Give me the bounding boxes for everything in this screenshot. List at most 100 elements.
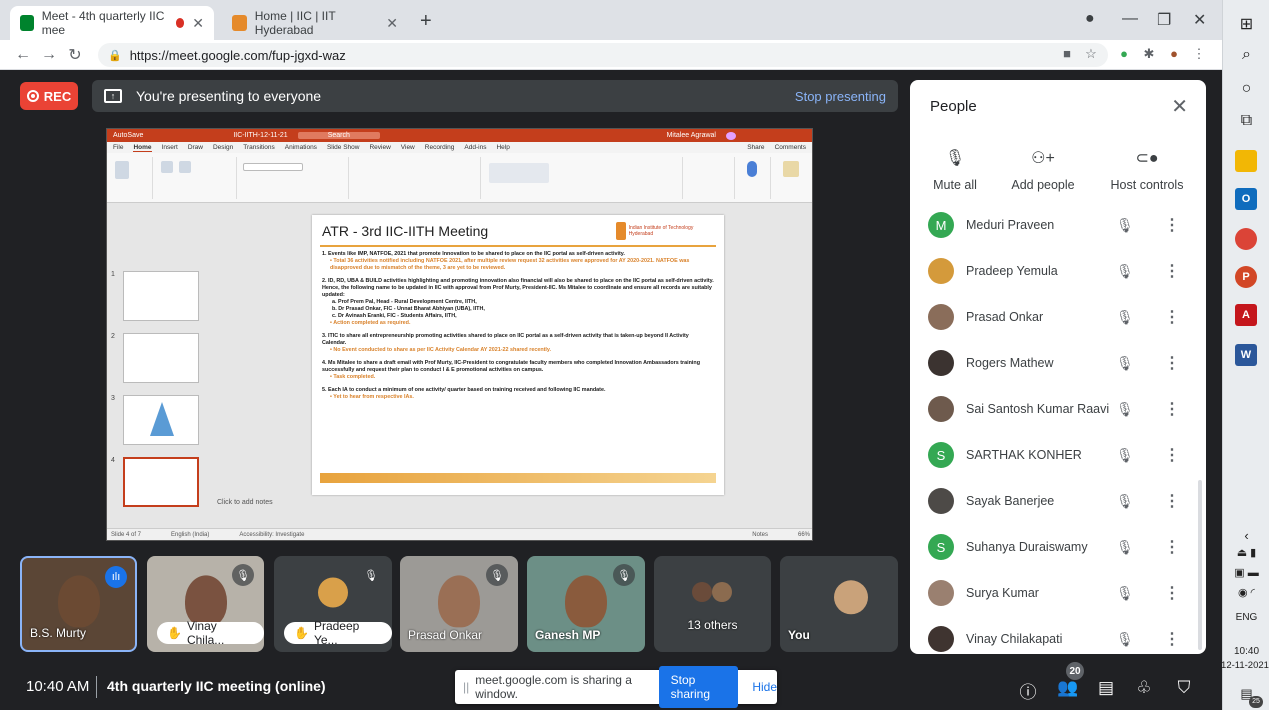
list-item[interactable]: Surya Kumar 🎙 ⋮ bbox=[910, 570, 1206, 616]
mic-off-icon[interactable]: 🎙 bbox=[1116, 631, 1134, 648]
forward-arrow-icon[interactable]: → bbox=[36, 46, 62, 64]
extension-icon[interactable]: ● bbox=[1115, 46, 1133, 64]
list-item[interactable]: S SARTHAK KONHER 🎙 ⋮ bbox=[910, 432, 1206, 478]
search-icon[interactable]: ⌕ bbox=[1223, 46, 1269, 64]
list-item[interactable]: Vinay Chilakapati 🎙 ⋮ bbox=[910, 616, 1206, 654]
mic-off-icon[interactable]: 🎙 bbox=[1116, 401, 1134, 418]
list-item[interactable]: Sai Santosh Kumar Raavi 🎙 ⋮ bbox=[910, 386, 1206, 432]
stop-presenting-button[interactable]: Stop presenting bbox=[795, 89, 886, 104]
close-icon[interactable]: ✕ bbox=[1171, 94, 1188, 119]
bookmark-star-icon[interactable]: ☆ bbox=[1082, 46, 1100, 64]
mic-off-icon[interactable]: 🎙 bbox=[1116, 493, 1134, 510]
people-panel-title: People bbox=[930, 98, 977, 115]
browser-menu-icon[interactable]: ⋮ bbox=[1190, 46, 1208, 64]
close-window-button[interactable]: ✕ bbox=[1193, 10, 1206, 30]
wifi-icon[interactable]: ◉ ◜ bbox=[1223, 586, 1269, 599]
hide-button[interactable]: Hide bbox=[752, 680, 777, 694]
address-bar[interactable]: 🔒 https://meet.google.com/fup-jgxd-waz bbox=[98, 43, 1108, 67]
mute-all-button[interactable]: 🎙 Mute all bbox=[910, 148, 1000, 192]
people-icon[interactable]: 👥 bbox=[1056, 678, 1080, 702]
cortana-icon[interactable]: ○ bbox=[1223, 80, 1269, 98]
self-avatar bbox=[833, 580, 868, 615]
slide-thumbnail bbox=[123, 333, 199, 383]
new-tab-button[interactable]: + bbox=[420, 10, 432, 33]
meeting-details-icon[interactable]: ⓘ bbox=[1016, 678, 1040, 702]
list-item[interactable]: Rogers Mathew 🎙 ⋮ bbox=[910, 340, 1206, 386]
mic-off-icon[interactable]: 🎙 bbox=[1116, 585, 1134, 602]
tile-prasad-onkar[interactable]: 🎙 Prasad Onkar bbox=[400, 556, 518, 652]
drag-handle-icon[interactable]: || bbox=[463, 680, 469, 694]
back-arrow-icon[interactable]: ← bbox=[10, 46, 36, 64]
mic-off-icon[interactable]: 🎙 bbox=[1116, 309, 1134, 326]
menu-slide-show: Slide Show bbox=[326, 144, 360, 151]
minimize-button[interactable]: — bbox=[1122, 10, 1138, 28]
tray-icons[interactable]: ▣ ▬ bbox=[1223, 566, 1269, 579]
list-item[interactable]: Sayak Banerjee 🎙 ⋮ bbox=[910, 478, 1206, 524]
outlook-icon[interactable]: O bbox=[1235, 188, 1257, 210]
maximize-button[interactable]: ❐ bbox=[1157, 10, 1171, 30]
language-indicator[interactable]: ENG bbox=[1223, 612, 1269, 623]
file-explorer-icon[interactable] bbox=[1235, 150, 1257, 172]
tab-iic-home[interactable]: Home | IIC | IIT Hyderabad ✕ bbox=[222, 6, 408, 40]
tab-meet[interactable]: Meet - 4th quarterly IIC mee ✕ bbox=[10, 6, 214, 40]
tile-ganesh-mp[interactable]: 🎙 Ganesh MP bbox=[527, 556, 645, 652]
list-item[interactable]: Pradeep Yemula 🎙 ⋮ bbox=[910, 248, 1206, 294]
chrome-icon[interactable] bbox=[1235, 228, 1257, 250]
tile-you[interactable]: You bbox=[780, 556, 898, 652]
more-options-icon[interactable]: ⋮ bbox=[1164, 537, 1180, 557]
more-options-icon[interactable]: ⋮ bbox=[1164, 353, 1180, 373]
more-options-icon[interactable]: ⋮ bbox=[1164, 491, 1180, 511]
host-controls-button[interactable]: ⊂● Host controls bbox=[1102, 148, 1192, 192]
add-people-button[interactable]: ⚇+ Add people bbox=[998, 148, 1088, 192]
tile-name: B.S. Murty bbox=[30, 626, 87, 640]
more-options-icon[interactable]: ⋮ bbox=[1164, 215, 1180, 235]
more-options-icon[interactable]: ⋮ bbox=[1164, 629, 1180, 649]
mic-off-icon[interactable]: 🎙 bbox=[1116, 217, 1134, 234]
chevron-left-icon[interactable]: ‹ bbox=[1223, 528, 1269, 543]
tile-name: Ganesh MP bbox=[535, 628, 601, 642]
clock-date[interactable]: 12-11-2021 bbox=[1220, 660, 1269, 671]
more-options-icon[interactable]: ⋮ bbox=[1164, 445, 1180, 465]
profile-avatar-icon[interactable]: ● bbox=[1165, 46, 1183, 64]
tab-search-icon[interactable]: ● bbox=[1085, 10, 1095, 28]
host-controls-icon[interactable]: ⛉ bbox=[1172, 678, 1196, 702]
activities-icon[interactable]: ♧ bbox=[1132, 678, 1156, 702]
word-icon[interactable]: W bbox=[1235, 344, 1257, 366]
more-options-icon[interactable]: ⋮ bbox=[1164, 399, 1180, 419]
list-item[interactable]: Prasad Onkar 🎙 ⋮ bbox=[910, 294, 1206, 340]
stop-sharing-button[interactable]: Stop sharing bbox=[658, 666, 739, 708]
mic-off-icon[interactable]: 🎙 bbox=[1116, 539, 1134, 556]
powerpoint-icon[interactable]: P bbox=[1235, 266, 1257, 288]
more-options-icon[interactable]: ⋮ bbox=[1164, 583, 1180, 603]
windows-start-icon[interactable]: ⊞ bbox=[1223, 14, 1269, 34]
mic-off-icon[interactable]: 🎙 bbox=[1116, 263, 1134, 280]
mic-off-icon[interactable]: 🎙 bbox=[1116, 447, 1134, 464]
more-options-icon[interactable]: ⋮ bbox=[1164, 307, 1180, 327]
tile-bs-murty[interactable]: ılı B.S. Murty bbox=[20, 556, 137, 652]
url-text: https://meet.google.com/fup-jgxd-waz bbox=[129, 47, 346, 63]
mic-off-icon[interactable]: 🎙 bbox=[1116, 355, 1134, 372]
tray-icons[interactable]: ⏏ ▮ bbox=[1223, 546, 1269, 559]
list-item[interactable]: S Suhanya Duraiswamy 🎙 ⋮ bbox=[910, 524, 1206, 570]
clock-time[interactable]: 10:40 bbox=[1223, 646, 1269, 657]
toggle-icon: ⊂● bbox=[1135, 150, 1159, 167]
camera-indicator-icon[interactable]: ■ bbox=[1058, 46, 1076, 64]
acrobat-icon[interactable]: A bbox=[1235, 304, 1257, 326]
close-icon[interactable]: ✕ bbox=[192, 15, 204, 32]
powerpoint-title-bar: AutoSave IIC-IITH-12-11-21 Search Mitale… bbox=[107, 129, 812, 142]
people-list: M Meduri Praveen 🎙 ⋮ Pradeep Yemula 🎙 ⋮ … bbox=[910, 202, 1206, 654]
close-icon[interactable]: ✕ bbox=[386, 15, 398, 32]
chat-icon[interactable]: ▤ bbox=[1094, 678, 1118, 702]
list-item[interactable]: M Meduri Praveen 🎙 ⋮ bbox=[910, 202, 1206, 248]
tile-others[interactable]: 13 others bbox=[654, 556, 771, 652]
mic-off-icon: 🎙 bbox=[613, 564, 635, 586]
reload-icon[interactable]: ↻ bbox=[62, 45, 88, 65]
tile-vinay-chilakapati[interactable]: 🎙 ✋ Vinay Chila... bbox=[147, 556, 264, 652]
more-options-icon[interactable]: ⋮ bbox=[1164, 261, 1180, 281]
extensions-puzzle-icon[interactable]: ✱ bbox=[1140, 46, 1158, 64]
tile-pradeep-yemula[interactable]: 🎙 ✋ Pradeep Ye... bbox=[274, 556, 392, 652]
mic-off-icon: 🎙 bbox=[486, 564, 508, 586]
task-view-icon[interactable]: ⧉ bbox=[1223, 112, 1269, 130]
person-name: Meduri Praveen bbox=[966, 218, 1055, 232]
people-list-scrollbar[interactable] bbox=[1198, 480, 1202, 650]
